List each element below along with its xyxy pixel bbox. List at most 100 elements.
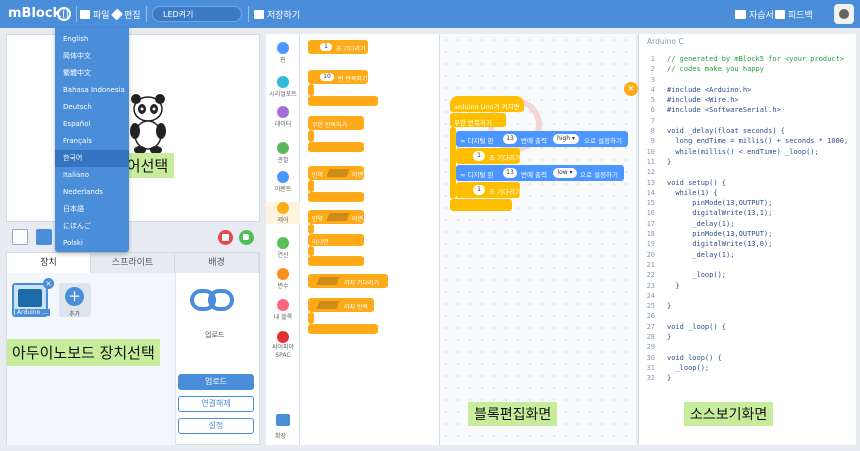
category-item[interactable]: 변수	[266, 268, 300, 290]
language-option[interactable]: 日本語	[55, 201, 129, 218]
tutorial-button[interactable]: 자습서	[735, 8, 774, 21]
level-select-low[interactable]: low ▾	[553, 168, 577, 178]
code-line: 28}	[639, 332, 857, 342]
settings-button[interactable]: 설정	[178, 418, 254, 434]
code-text: void loop() {	[667, 353, 722, 362]
language-option[interactable]: にほんご	[55, 218, 129, 235]
pin-input-low[interactable]: 13	[503, 168, 517, 178]
line-number: 21	[646, 260, 655, 269]
wait-until-slot[interactable]	[316, 277, 340, 285]
if-else-then-label: 이면	[352, 216, 364, 223]
tab-background[interactable]: 배경	[175, 253, 259, 273]
line-number: 4	[650, 85, 655, 94]
if-label: 만약	[312, 172, 324, 179]
project-name-input[interactable]: LED켜기	[152, 6, 242, 22]
wait-input-2[interactable]: 1	[473, 185, 485, 195]
upload-mode-label: 업로드	[205, 331, 225, 339]
code-text: _delay(1);	[667, 219, 735, 228]
wait-label: 초 기다리기	[336, 46, 366, 53]
code-line: 27 void _loop() {	[639, 322, 857, 332]
plus-icon[interactable]: +	[65, 287, 84, 306]
repeat-input[interactable]: 10	[320, 73, 334, 81]
wrench-icon	[110, 8, 124, 21]
if-else-arm	[308, 224, 314, 234]
feedback-button[interactable]: 피드백	[775, 8, 813, 21]
globe-icon[interactable]	[57, 7, 71, 21]
language-option[interactable]: Polski	[55, 235, 129, 252]
pin-input-high[interactable]: 13	[503, 134, 517, 144]
tab-sprite[interactable]: 스프라이트	[91, 253, 175, 273]
category-item[interactable]: 핀	[266, 42, 300, 64]
script-forever-foot	[450, 199, 512, 211]
line-number: 3	[650, 75, 655, 84]
category-label: 시리얼포트	[269, 91, 297, 98]
level-select-high[interactable]: high ▾	[553, 134, 579, 144]
category-item[interactable]: 내 블록	[266, 299, 300, 321]
language-option[interactable]: 简体中文	[55, 48, 129, 65]
if-else-foot	[308, 256, 364, 266]
wait-input[interactable]: 1	[320, 43, 332, 51]
repeat-until-slot[interactable]	[316, 301, 340, 309]
avatar[interactable]	[834, 4, 854, 24]
language-option[interactable]: Deutsch	[55, 99, 129, 116]
app-logo: mBlock	[8, 6, 62, 21]
feedback-label: 피드백	[788, 11, 813, 21]
small-stage-icon[interactable]	[36, 229, 52, 245]
line-number: 9	[650, 137, 655, 146]
top-bar: mBlock 파일 편집 LED켜기 저장하기 자습서 피드백	[0, 0, 860, 28]
stop-button[interactable]	[218, 230, 233, 245]
language-option[interactable]: Italiano	[55, 167, 129, 184]
category-dot-icon	[277, 237, 289, 249]
code-text: #include <Arduino.h>	[667, 85, 752, 94]
go-button[interactable]	[239, 230, 254, 245]
category-item[interactable]: 데이터	[266, 106, 300, 128]
category-item[interactable]: 싸이피아 SPAC	[266, 331, 300, 360]
wait-until-label: 까지 기다리기	[344, 280, 380, 287]
fullscreen-icon[interactable]	[12, 229, 28, 245]
save-button[interactable]: 저장하기	[254, 8, 300, 21]
close-icon[interactable]: ×	[624, 82, 638, 96]
line-number: 5	[650, 96, 655, 105]
language-option[interactable]: Français	[55, 133, 129, 150]
line-number: 15	[646, 199, 655, 208]
code-line: 32}	[639, 373, 857, 383]
code-line: 2 // codes make you happy	[639, 64, 857, 74]
edit-menu[interactable]: 편집	[110, 8, 141, 21]
category-item[interactable]: 관찰	[266, 142, 300, 164]
code-text: }	[667, 157, 672, 166]
category-dot-icon	[277, 268, 289, 280]
category-dot-icon	[277, 106, 289, 118]
category-item[interactable]: 제어	[266, 202, 300, 224]
file-menu[interactable]: 파일	[80, 8, 110, 21]
wait-input-1[interactable]: 1	[473, 151, 485, 161]
close-icon[interactable]: ×	[43, 278, 54, 289]
panda-sprite[interactable]	[128, 93, 168, 155]
if-else-condition-slot[interactable]	[326, 213, 350, 221]
language-option[interactable]: 繁體中文	[55, 65, 129, 82]
code-editor[interactable]: 1 // generated by mBlock5 for <your produ…	[639, 54, 857, 384]
upload-button[interactable]: 업로드	[178, 374, 254, 390]
category-item[interactable]: 연산	[266, 237, 300, 259]
code-line: 12	[639, 167, 857, 177]
code-text: _delay(1);	[667, 250, 735, 259]
forever-foot	[308, 142, 364, 152]
code-line: 31 _loop();	[639, 363, 857, 373]
code-line: 25}	[639, 301, 857, 311]
else-arm	[308, 246, 314, 256]
category-item[interactable]: 시리얼포트	[266, 76, 300, 98]
disconnect-button[interactable]: 연결해제	[178, 396, 254, 412]
code-text: _loop();	[667, 363, 710, 372]
arduino-board-icon	[18, 289, 42, 307]
extension-icon[interactable]	[276, 414, 290, 426]
line-number: 27	[646, 322, 655, 331]
if-then-label: 이면	[352, 172, 364, 179]
language-option[interactable]: Nederlands	[55, 184, 129, 201]
language-option[interactable]: English	[55, 31, 129, 48]
tab-device[interactable]: 장치	[7, 253, 91, 273]
category-item[interactable]: 이벤트	[266, 171, 300, 193]
if-condition-slot[interactable]	[326, 169, 350, 177]
language-option[interactable]: 한국어	[55, 150, 129, 167]
device-annotation: 아두이노보드 장치선택	[7, 339, 160, 366]
language-option[interactable]: Español	[55, 116, 129, 133]
language-option[interactable]: Bahasa Indonesia	[55, 82, 129, 99]
